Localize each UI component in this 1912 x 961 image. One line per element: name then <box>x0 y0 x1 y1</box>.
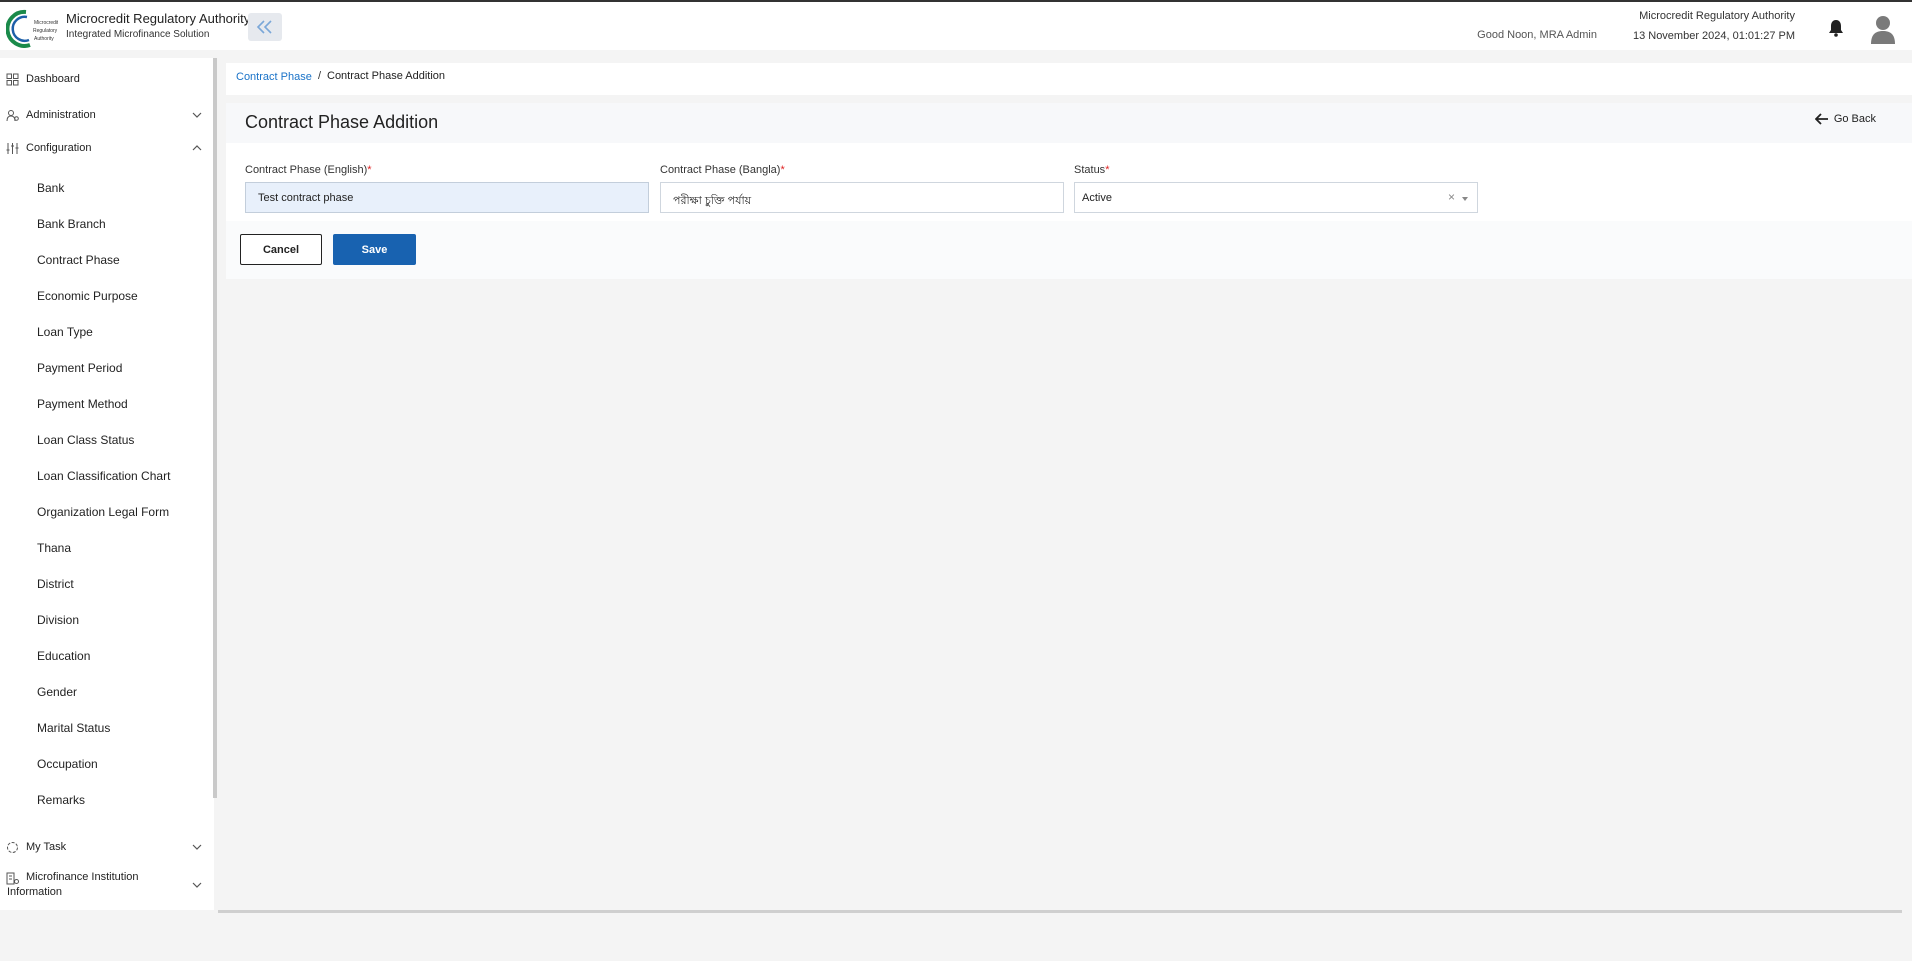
go-back-label: Go Back <box>1833 113 1876 125</box>
sidebar: Dashboard Administration Configuration B… <box>0 58 214 910</box>
greeting-text: Good Noon, MRA Admin <box>1477 29 1597 41</box>
required-mark: * <box>1105 164 1110 176</box>
mra-logo: Microcredit Regulatory Authority <box>6 9 58 48</box>
english-label-text: Contract Phase (English) <box>245 164 368 176</box>
app-subtitle: Integrated Microfinance Solution <box>66 29 210 40</box>
collapse-sidebar-button[interactable] <box>248 13 282 41</box>
breadcrumb: Contract Phase / Contract Phase Addition <box>226 63 1912 95</box>
notification-bell-icon[interactable] <box>1828 19 1844 37</box>
clear-selection-icon[interactable]: × <box>1448 190 1455 204</box>
sidebar-subitem-bank-branch[interactable]: Bank Branch <box>37 217 106 231</box>
bangla-label-text: Contract Phase (Bangla) <box>660 164 781 176</box>
breadcrumb-link-contract-phase[interactable]: Contract Phase <box>236 71 312 83</box>
sidebar-subitem-thana[interactable]: Thana <box>37 541 71 555</box>
grid-icon <box>6 73 19 86</box>
sidebar-subitem-marital-status[interactable]: Marital Status <box>37 721 110 735</box>
sidebar-item-dashboard[interactable]: Dashboard <box>0 70 212 90</box>
svg-text:Microcredit: Microcredit <box>34 20 58 26</box>
status-selected-value: Active <box>1082 192 1112 204</box>
dropdown-caret-icon[interactable] <box>1462 197 1468 201</box>
sidebar-item-configuration[interactable]: Configuration <box>0 139 212 159</box>
sidebar-subitem-economic-purpose[interactable]: Economic Purpose <box>37 289 138 303</box>
top-header: Microcredit Regulatory Authority Microcr… <box>0 0 1912 50</box>
sidebar-subitem-division[interactable]: Division <box>37 613 79 627</box>
sidebar-item-administration[interactable]: Administration <box>0 106 212 126</box>
svg-text:Regulatory: Regulatory <box>33 28 58 34</box>
user-avatar-icon[interactable] <box>1870 14 1896 44</box>
save-button[interactable]: Save <box>333 234 416 265</box>
breadcrumb-current: Contract Phase Addition <box>327 70 446 82</box>
status-field-label: Status* <box>1074 164 1109 176</box>
arrow-left-icon <box>1814 113 1828 125</box>
required-mark: * <box>367 164 372 176</box>
contract-phase-bangla-input[interactable]: পরীক্ষা চুক্তি পর্যায় <box>660 182 1064 213</box>
sidebar-subitem-remarks[interactable]: Remarks <box>37 793 85 807</box>
app-title: Microcredit Regulatory Authority <box>66 11 251 26</box>
status-select[interactable]: Active × <box>1074 182 1478 213</box>
breadcrumb-separator: / <box>318 70 322 82</box>
current-datetime: 13 November 2024, 01:01:27 PM <box>1632 30 1795 42</box>
sidebar-subitem-contract-phase[interactable]: Contract Phase <box>37 253 120 267</box>
contract-phase-english-input[interactable]: Test contract phase <box>245 182 649 213</box>
sidebar-item-my-task[interactable]: My Task <box>0 838 212 858</box>
sidebar-subitem-occupation[interactable]: Occupation <box>37 757 98 771</box>
chevron-down-icon <box>192 882 202 888</box>
cancel-button[interactable]: Cancel <box>240 234 322 265</box>
sidebar-subitem-payment-method[interactable]: Payment Method <box>37 397 128 411</box>
sidebar-subitem-loan-class-status[interactable]: Loan Class Status <box>37 433 134 447</box>
sidebar-subitem-loan-type[interactable]: Loan Type <box>37 325 93 339</box>
sidebar-item-label: My Task <box>26 841 67 853</box>
org-name: Microcredit Regulatory Authority <box>1639 10 1795 22</box>
sidebar-item-label: Configuration <box>26 142 92 154</box>
go-back-button[interactable]: Go Back <box>1814 113 1876 125</box>
users-cog-icon <box>6 110 19 122</box>
panel-header: Contract Phase Addition Go Back <box>226 103 1912 143</box>
form-fields: Contract Phase (English)* Test contract … <box>226 143 1912 221</box>
double-chevron-left-icon <box>256 20 272 34</box>
sidebar-item-label: Administration <box>26 109 96 121</box>
sidebar-scrollbar[interactable] <box>213 58 217 798</box>
sliders-icon <box>6 143 19 154</box>
chevron-down-icon <box>192 112 202 118</box>
page-title: Contract Phase Addition <box>245 112 439 132</box>
sidebar-item-label: Dashboard <box>26 73 80 85</box>
sidebar-subitem-loan-classification-chart[interactable]: Loan Classification Chart <box>37 469 170 483</box>
sidebar-subitem-education[interactable]: Education <box>37 649 90 663</box>
sidebar-subitem-bank[interactable]: Bank <box>37 181 64 195</box>
chevron-down-icon <box>192 844 202 850</box>
required-mark: * <box>780 164 785 176</box>
task-cycle-icon <box>7 842 18 853</box>
sidebar-subitem-district[interactable]: District <box>37 577 74 591</box>
sidebar-subitem-payment-period[interactable]: Payment Period <box>37 361 122 375</box>
sidebar-item-mfi-information[interactable]: Microfinance Institution Information <box>0 870 212 902</box>
bangla-field-label: Contract Phase (Bangla)* <box>660 164 785 176</box>
svg-text:Authority: Authority <box>34 36 54 42</box>
english-field-label: Contract Phase (English)* <box>245 164 372 176</box>
form-panel: Contract Phase Addition Go Back Contract… <box>226 103 1912 279</box>
sidebar-subitem-organization-legal-form[interactable]: Organization Legal Form <box>37 505 169 519</box>
horizontal-scrollbar[interactable] <box>218 910 1902 913</box>
sidebar-subitem-gender[interactable]: Gender <box>37 685 77 699</box>
sidebar-item-label: Microfinance Institution Information <box>7 871 139 898</box>
chevron-up-icon <box>192 145 202 151</box>
status-label-text: Status <box>1074 164 1106 176</box>
